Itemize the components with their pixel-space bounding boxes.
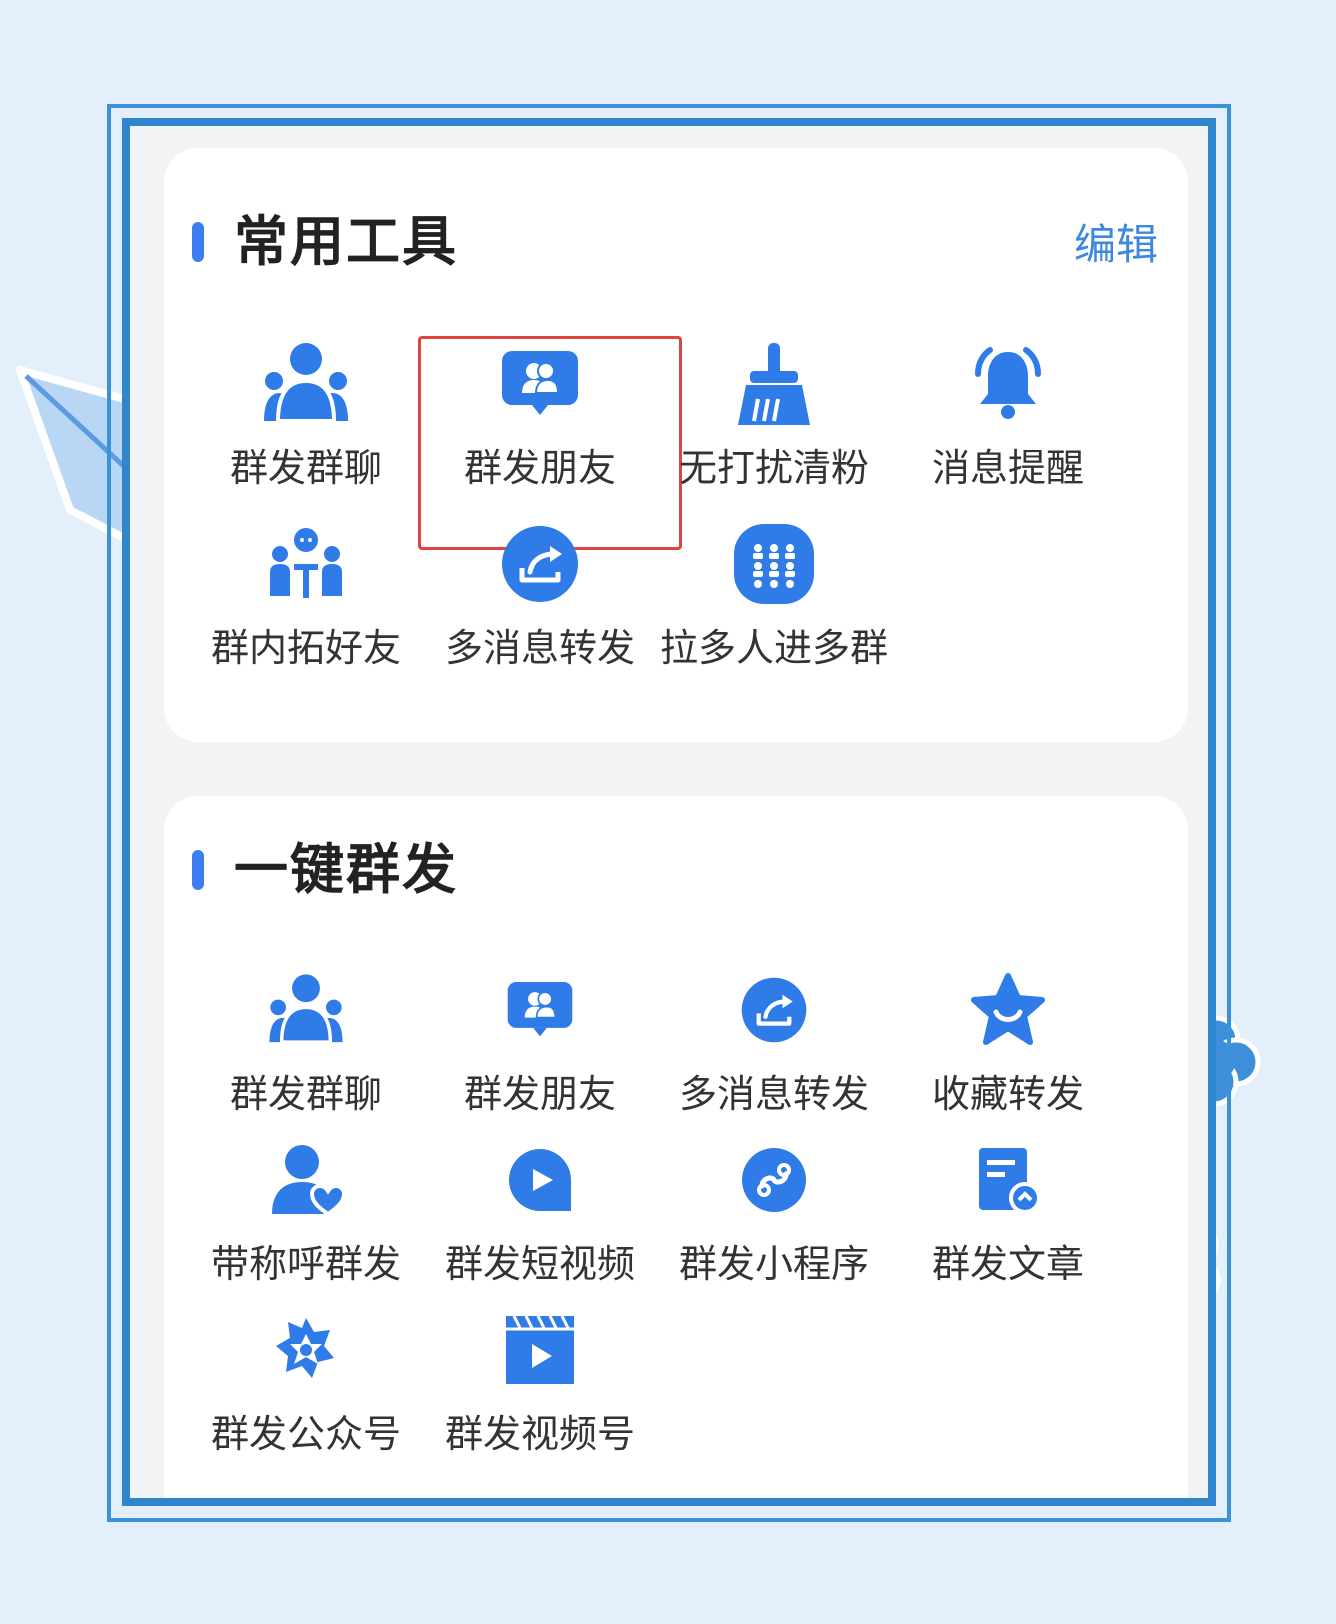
- friends-chat-icon: [490, 960, 590, 1060]
- friends-chat-icon: [490, 334, 590, 434]
- star-icon: [958, 960, 1058, 1060]
- tool-label: 群发群聊: [229, 1072, 382, 1116]
- broadcast-multi-forward[interactable]: 多消息转发: [654, 960, 894, 1118]
- tool-invite-multi-groups[interactable]: 拉多人进多群: [654, 514, 894, 672]
- edit-button[interactable]: 编辑: [1074, 220, 1158, 270]
- broadcast-article[interactable]: 群发文章: [888, 1130, 1128, 1288]
- tool-label: 带称呼群发: [210, 1242, 401, 1286]
- tool-label: 群内拓好友: [210, 626, 401, 670]
- bell-icon: [958, 334, 1058, 434]
- forward-icon: [724, 960, 824, 1060]
- tool-label: 多消息转发: [444, 626, 635, 670]
- user-heart-icon: [256, 1130, 356, 1230]
- tool-label: 群发文章: [931, 1242, 1084, 1286]
- common-tools-card: 常用工具 编辑 群发群聊 群发朋友 无打扰清粉 消息提醒 群内拓好友 多消息转发…: [164, 148, 1188, 742]
- tool-label: 群发朋友: [463, 446, 616, 490]
- broom-icon: [724, 334, 824, 434]
- tool-label: 群发视频号: [444, 1412, 635, 1456]
- section-marker: [192, 850, 204, 890]
- tool-group-add-friends[interactable]: 群内拓好友: [186, 514, 426, 672]
- tool-label: 群发群聊: [229, 446, 382, 490]
- broadcast-friends[interactable]: 群发朋友: [420, 960, 660, 1118]
- official-account-icon: [256, 1300, 356, 1400]
- article-icon: [958, 1130, 1058, 1230]
- tool-silent-clean[interactable]: 无打扰清粉: [654, 334, 894, 492]
- group-icon: [256, 334, 356, 434]
- tool-label: 群发公众号: [210, 1412, 401, 1456]
- broadcast-short-video[interactable]: 群发短视频: [420, 1130, 660, 1288]
- group-icon: [256, 960, 356, 1060]
- tool-label: 拉多人进多群: [659, 626, 888, 670]
- inner-frame: 常用工具 编辑 群发群聊 群发朋友 无打扰清粉 消息提醒 群内拓好友 多消息转发…: [122, 118, 1216, 1506]
- tool-friends-broadcast[interactable]: 群发朋友: [420, 334, 660, 492]
- play-bubble-icon: [490, 1130, 590, 1230]
- section-title: 常用工具: [234, 210, 458, 273]
- tool-label: 消息提醒: [931, 446, 1084, 490]
- section-marker: [192, 222, 204, 262]
- tool-label: 群发朋友: [463, 1072, 616, 1116]
- broadcast-video-channel[interactable]: 群发视频号: [420, 1300, 660, 1458]
- meeting-icon: [256, 514, 356, 614]
- clapper-icon: [490, 1300, 590, 1400]
- one-click-broadcast-card: 一键群发 群发群聊 群发朋友 多消息转发 收藏转发 带称呼群发 群发短视频 群发…: [164, 796, 1188, 1498]
- tool-label: 多消息转发: [678, 1072, 869, 1116]
- broadcast-official-account[interactable]: 群发公众号: [186, 1300, 426, 1458]
- mini-program-icon: [724, 1130, 824, 1230]
- broadcast-group-chat[interactable]: 群发群聊: [186, 960, 426, 1118]
- tool-label: 群发小程序: [678, 1242, 869, 1286]
- tool-label: 群发短视频: [444, 1242, 635, 1286]
- forward-icon: [490, 514, 590, 614]
- broadcast-favorites[interactable]: 收藏转发: [888, 960, 1128, 1118]
- tool-label: 无打扰清粉: [678, 446, 869, 490]
- broadcast-with-salutation[interactable]: 带称呼群发: [186, 1130, 426, 1288]
- tool-group-chat-broadcast[interactable]: 群发群聊: [186, 334, 426, 492]
- broadcast-mini-program[interactable]: 群发小程序: [654, 1130, 894, 1288]
- section-title: 一键群发: [234, 838, 458, 901]
- tool-label: 收藏转发: [931, 1072, 1084, 1116]
- tool-message-reminder[interactable]: 消息提醒: [888, 334, 1128, 492]
- crowd-icon: [724, 514, 824, 614]
- tool-multi-forward[interactable]: 多消息转发: [420, 514, 660, 672]
